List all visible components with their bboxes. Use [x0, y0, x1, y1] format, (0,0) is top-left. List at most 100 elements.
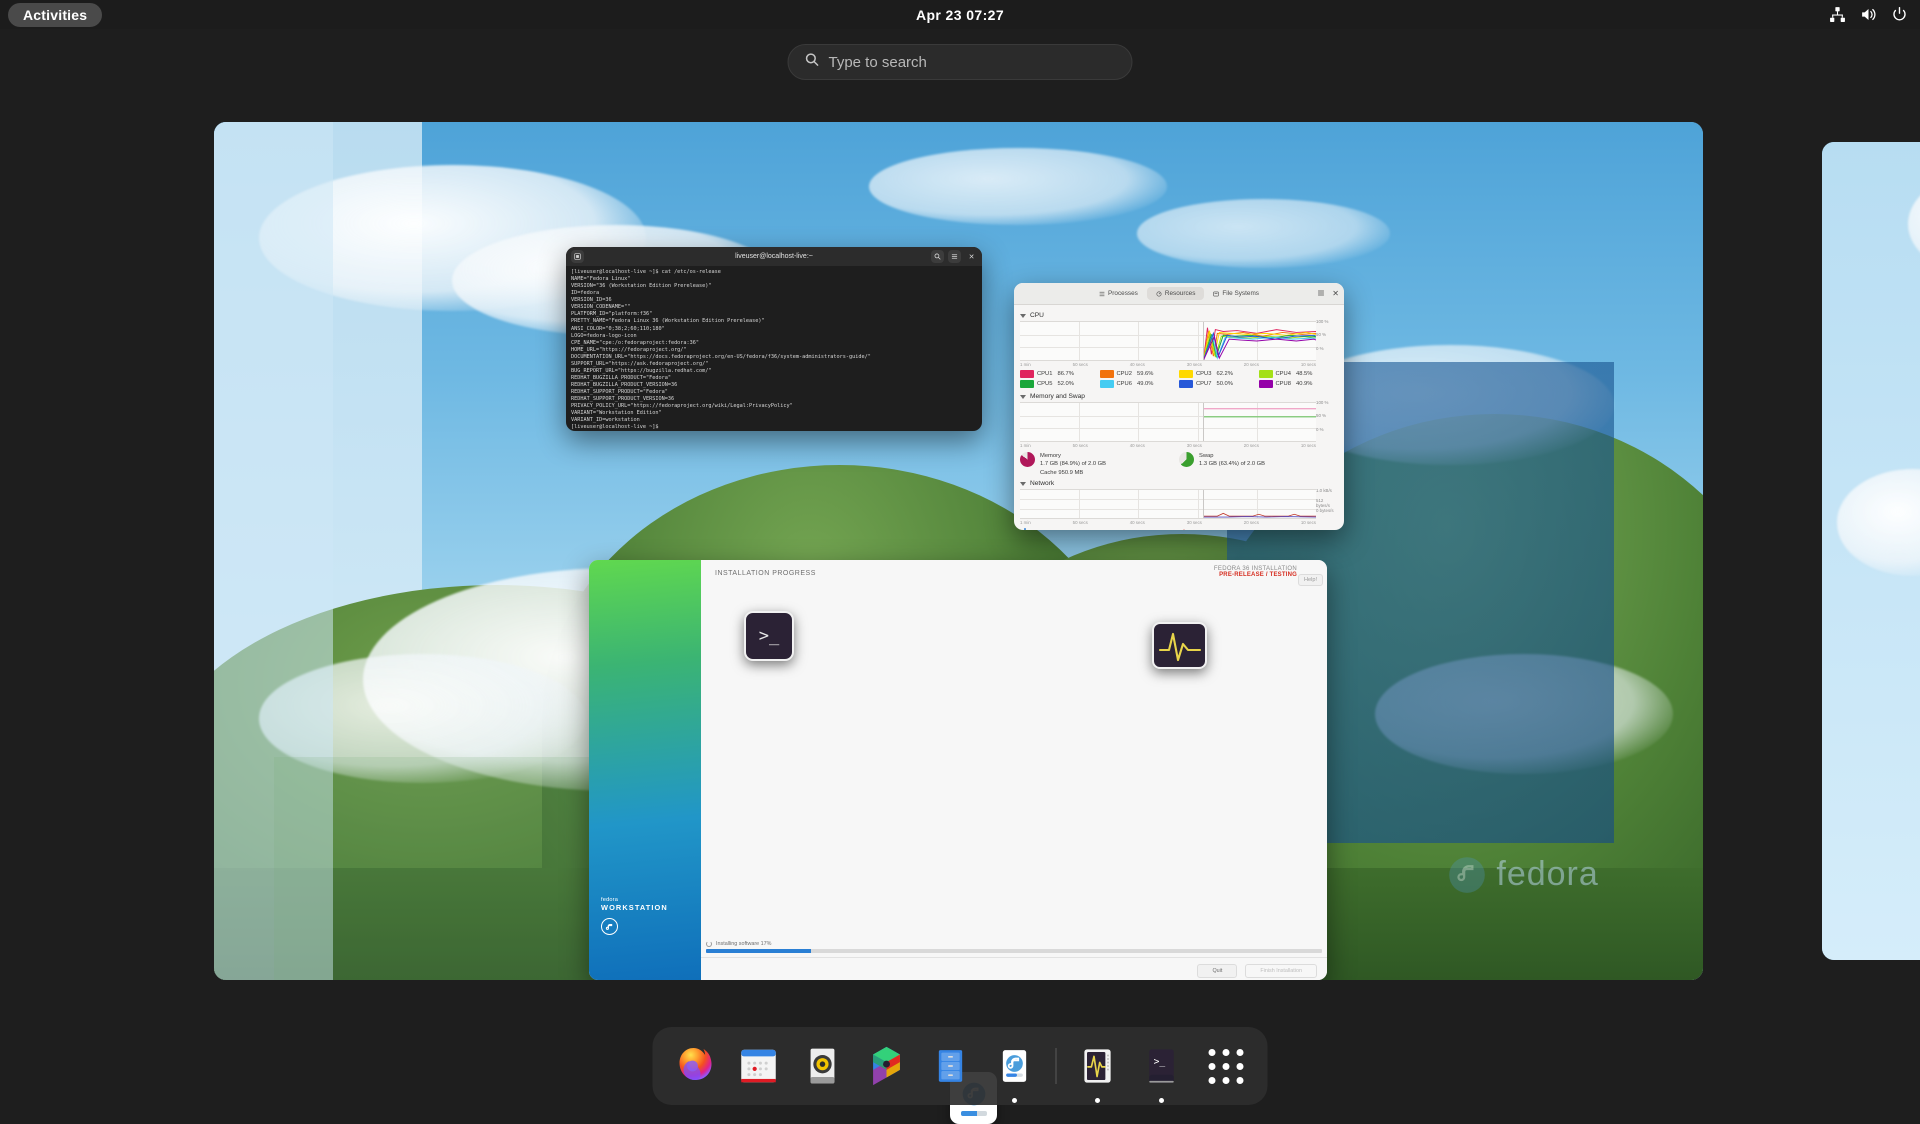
fedora-watermark: fedora [1448, 855, 1598, 894]
terminal-titlebar[interactable]: liveuser@localhost-live:~ ✕ [566, 247, 982, 266]
svg-text:>_: >_ [1154, 1056, 1166, 1067]
activities-button[interactable]: Activities [8, 3, 102, 27]
calendar-icon [736, 1043, 782, 1089]
installer-main-pane: INSTALLATION PROGRESS FEDORA 36 INSTALLA… [701, 560, 1327, 980]
memory-section-label: Memory and Swap [1030, 393, 1085, 400]
spinner-icon [706, 941, 712, 947]
workspace-thumbnail-current[interactable]: fedora liveuser@localhost-live:~ [214, 122, 1703, 980]
installer-brand-line2: PRE-RELEASE / TESTING [1214, 572, 1297, 578]
cpu-name: CPU4 [1276, 371, 1291, 377]
fedora-logo-icon [601, 918, 618, 935]
fedora-watermark-text: fedora [1496, 855, 1598, 894]
network-graph-axis: 1.0 kB/s 512 bytes/s 0 bytes/s [1316, 488, 1338, 518]
network-graph: 1.0 kB/s 512 bytes/s 0 bytes/s [1020, 489, 1316, 519]
clock-menu-button[interactable]: Apr 23 07:27 [916, 7, 1004, 23]
rhythmbox-icon [801, 1043, 845, 1089]
installer-sidebar: fedora WORKSTATION [589, 560, 701, 980]
system-monitor-window[interactable]: Processes Resources File Systems ✕ [1014, 283, 1344, 530]
search-bar[interactable]: Type to search [788, 44, 1133, 80]
workspace-thumbnail-next[interactable] [1822, 142, 1920, 960]
cpu-name: CPU3 [1196, 371, 1211, 377]
search-icon[interactable] [931, 250, 944, 263]
files-icon [931, 1043, 971, 1089]
cpu-color-swatch [1179, 370, 1193, 378]
network-wired-icon[interactable] [1829, 6, 1846, 23]
cpu-name: CPU7 [1196, 381, 1211, 387]
cpu-graph: 100 % 50 % 0 % [1020, 321, 1316, 361]
tab-resources[interactable]: Resources [1147, 287, 1205, 300]
cpu-legend-item-cpu3: CPU3 62.2% [1179, 370, 1259, 378]
network-section-label: Network [1030, 480, 1054, 487]
download-arrow-icon [1020, 528, 1030, 530]
dock-item-calendar[interactable] [731, 1038, 787, 1094]
close-icon[interactable]: ✕ [965, 250, 978, 263]
cpu-legend-item-cpu2: CPU259.6% [1100, 370, 1180, 378]
show-applications-button[interactable] [1198, 1038, 1254, 1094]
cpu-name: CPU8 [1276, 381, 1291, 387]
dock-item-terminal[interactable]: >_ [1134, 1038, 1190, 1094]
close-icon[interactable]: ✕ [1332, 289, 1339, 298]
installer-brand-big: WORKSTATION [601, 903, 668, 912]
running-indicator-dot [1159, 1098, 1164, 1103]
memory-section-header[interactable]: Memory and Swap [1020, 393, 1338, 400]
status-menu-button[interactable] [1829, 6, 1908, 23]
network-receiving: Receiving 0 bytes/s [1020, 528, 1179, 530]
firefox-icon [671, 1042, 719, 1090]
cpu-section-header[interactable]: CPU [1020, 312, 1338, 319]
installer-progress-area: Installing software 17% [706, 941, 1322, 953]
terminal-badge-glyph: >_ [759, 626, 779, 646]
app-grid-icon [1208, 1049, 1243, 1084]
memory-graph-axis: 100 % 50 % 0 % [1316, 400, 1338, 440]
cpu-color-swatch [1259, 380, 1273, 388]
terminal-icon: >_ [1141, 1043, 1183, 1089]
installer-progress-fill [706, 949, 811, 953]
photos-icon [864, 1043, 910, 1089]
cpu-color-swatch [1259, 370, 1273, 378]
tab-processes[interactable]: Processes [1090, 287, 1147, 300]
hamburger-icon[interactable] [1317, 289, 1325, 299]
running-indicator-dot [1012, 1098, 1017, 1103]
tab-file-systems[interactable]: File Systems [1204, 287, 1268, 300]
dock-item-rhythmbox[interactable] [795, 1038, 851, 1094]
cpu-color-swatch [1020, 380, 1034, 388]
cpu-value: 62.2% [1216, 371, 1232, 377]
cpu-color-swatch [1179, 380, 1193, 388]
cpu-value: 40.9% [1296, 381, 1312, 387]
finish-installation-button: Finish Installation [1245, 964, 1317, 978]
system-monitor-tabbar[interactable]: Processes Resources File Systems ✕ [1014, 283, 1344, 305]
dock-item-install-to-hard-drive[interactable] [987, 1038, 1043, 1094]
chevron-down-icon [1020, 482, 1026, 486]
dock-item-photos[interactable] [859, 1038, 915, 1094]
terminal-app-badge[interactable]: >_ [744, 611, 794, 661]
quit-button[interactable]: Quit [1197, 964, 1237, 978]
installer-window[interactable]: fedora WORKSTATION INSTALLATION PROGRESS… [589, 560, 1327, 980]
cpu-value: 50.0% [1216, 381, 1232, 387]
chevron-down-icon [1020, 395, 1026, 399]
installer-progress-label: Installing software 17% [716, 941, 771, 947]
search-input[interactable]: Type to search [788, 44, 1133, 80]
cpu-color-swatch [1100, 380, 1114, 388]
volume-icon[interactable] [1860, 6, 1877, 23]
system-monitor-app-badge[interactable] [1152, 622, 1207, 669]
heartbeat-monitor-icon [1157, 626, 1203, 666]
cpu-value: 59.6% [1137, 371, 1153, 377]
network-graph-ticks: 1 min 50 secs 40 secs 30 secs 20 secs 10… [1020, 519, 1316, 525]
hamburger-icon[interactable] [948, 250, 961, 263]
terminal-menu-icon[interactable] [571, 250, 584, 263]
terminal-title: liveuser@localhost-live:~ [566, 253, 982, 260]
network-section-header[interactable]: Network [1020, 480, 1338, 487]
terminal-output: [liveuser@localhost-live ~]$ cat /etc/os… [566, 266, 982, 431]
installer-progress-label-row: Installing software 17% [706, 941, 1322, 947]
dash-dock[interactable]: >_ [653, 1027, 1268, 1105]
installer-badge-progress [961, 1111, 987, 1116]
cpu-axis-50: 50 % [1316, 332, 1338, 345]
dock-item-firefox[interactable] [667, 1038, 723, 1094]
cpu-color-swatch [1020, 370, 1034, 378]
installer-help-button[interactable]: Help! [1298, 574, 1323, 586]
power-icon[interactable] [1891, 6, 1908, 23]
dock-item-system-monitor[interactable] [1070, 1038, 1126, 1094]
dock-item-files[interactable] [923, 1038, 979, 1094]
top-bar: Activities Apr 23 07:27 [0, 0, 1920, 29]
installer-version-brand: FEDORA 36 INSTALLATION PRE-RELEASE / TES… [1214, 566, 1297, 578]
terminal-window[interactable]: liveuser@localhost-live:~ ✕ [live [566, 247, 982, 431]
